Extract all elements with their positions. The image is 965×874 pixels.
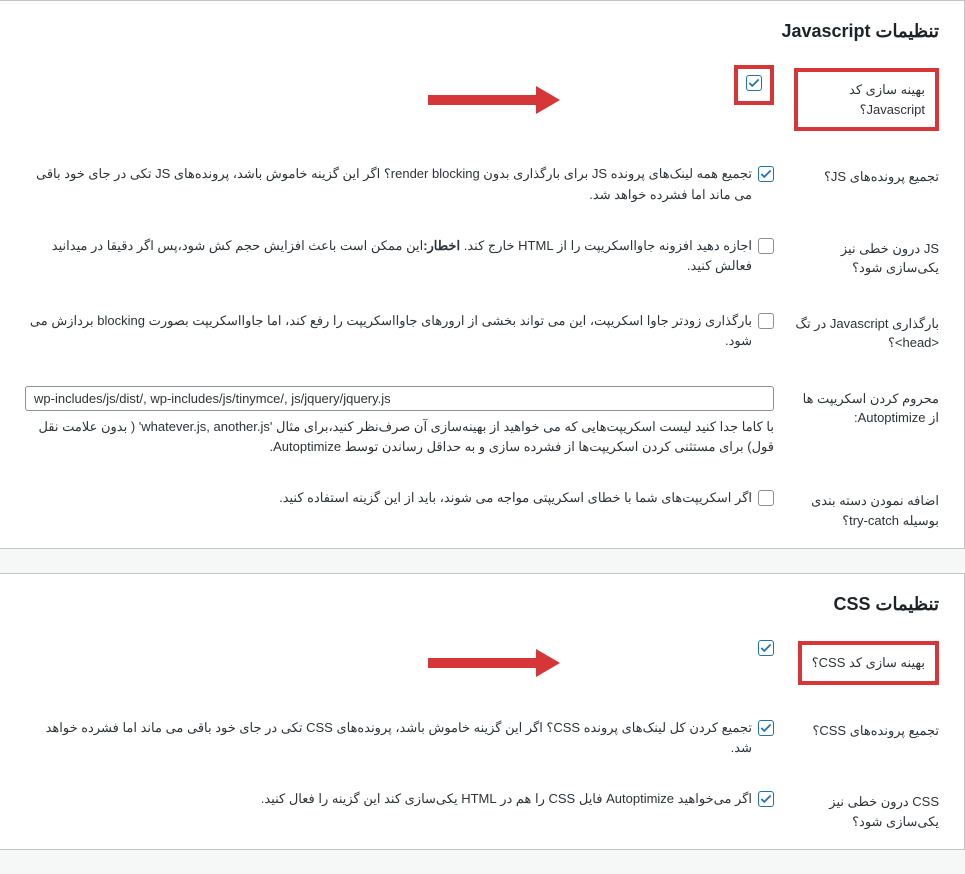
trycatch-js-desc: اگر اسکریپت‌های شما با خطای اسکریپتی موا…: [279, 488, 752, 509]
inline-js-label: JS درون خطی نیز یکی‌سازی شود؟: [784, 221, 964, 296]
css-section-title: تنظیمات CSS: [0, 574, 964, 623]
optimize-css-checkbox[interactable]: [758, 640, 774, 656]
exclude-js-desc: با کاما جدا کنید لیست اسکریپت‌هایی که می…: [25, 417, 774, 459]
optimize-js-label: بهینه سازی کد Javascript؟: [794, 68, 939, 131]
inline-js-checkbox[interactable]: [758, 238, 774, 254]
head-js-label: بارگذاری Javascript در تگ <head>؟: [784, 296, 964, 371]
exclude-js-label: محروم کردن اسکریپت ها از Autoptimize:: [784, 371, 964, 474]
trycatch-js-checkbox[interactable]: [758, 490, 774, 506]
head-js-checkbox[interactable]: [758, 313, 774, 329]
aggregate-css-desc: تجمیع کردن کل لینک‌های پرونده CSS؟ اگر ا…: [25, 718, 752, 760]
annotation-arrow-js: [410, 86, 560, 114]
inline-css-checkbox[interactable]: [758, 791, 774, 807]
aggregate-js-desc: تجمیع همه لینک‌های پرونده JS برای بارگذا…: [25, 164, 752, 206]
trycatch-js-label: اضافه نمودن دسته بندی بوسیله try-catch؟: [784, 473, 964, 548]
annotation-arrow-css: [410, 649, 560, 677]
exclude-js-input[interactable]: [25, 386, 774, 411]
optimize-js-checkbox[interactable]: [746, 75, 762, 91]
optimize-css-label: بهینه سازی کد CSS؟: [798, 641, 939, 685]
aggregate-js-checkbox[interactable]: [758, 166, 774, 182]
aggregate-css-label: تجمیع پرونده‌های CSS؟: [784, 703, 964, 775]
inline-css-label: CSS درون خطی نیز یکی‌سازی شود؟: [784, 774, 964, 849]
js-section-title: تنظیمات Javascript: [0, 1, 964, 50]
inline-css-desc: اگر می‌خواهید Autoptimize فایل CSS را هم…: [261, 789, 752, 810]
aggregate-js-label: تجمیع پرونده‌های JS؟: [784, 149, 964, 221]
inline-js-desc: اجازه دهید افزونه جاوااسکریپت را از HTML…: [25, 236, 752, 278]
head-js-desc: بارگذاری زودتر جاوا اسکریپت، این می توان…: [25, 311, 752, 353]
aggregate-css-checkbox[interactable]: [758, 720, 774, 736]
